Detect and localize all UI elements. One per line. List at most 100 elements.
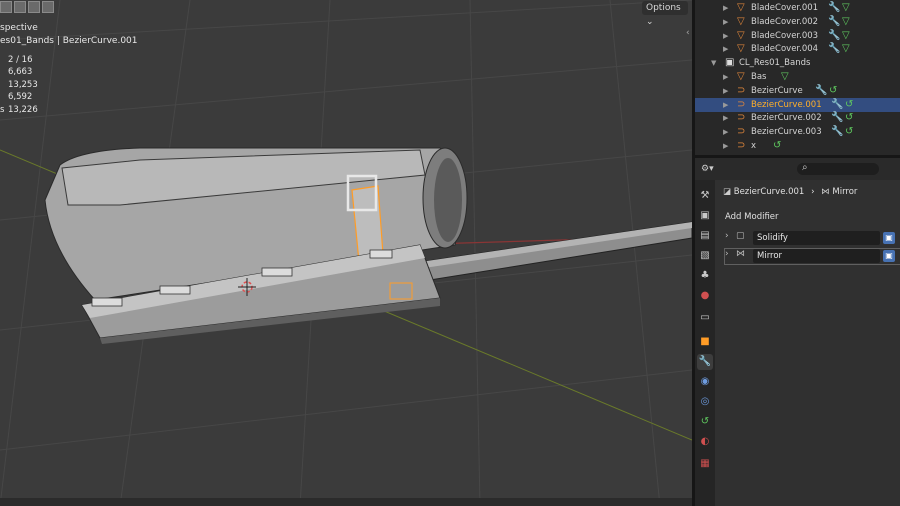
curve-object-icon: ⊃ [737,98,746,110]
modifier-wrench-icon[interactable]: 🔧 [828,42,840,56]
render-tab-icon[interactable]: ▣ [697,208,713,224]
expand-right-icon[interactable]: ▶ [723,29,728,43]
expand-right-icon[interactable]: ▶ [723,125,728,139]
outliner-item-label: x [751,141,757,151]
outliner-item[interactable]: ▶ ▽ Bas ▽ [695,70,900,84]
view-name: spective [0,23,38,33]
mesh-data-icon[interactable]: ▽ [842,1,850,15]
object-tab-icon[interactable]: ■ [697,334,713,350]
modifier-name-field[interactable]: Solidify [753,231,880,245]
particles-tab-icon[interactable]: ◉ [697,374,713,390]
search-icon: ⌕ [802,162,808,173]
mesh-data-icon[interactable]: ▽ [842,29,850,43]
expand-right-icon[interactable]: ▶ [723,84,728,98]
curve-data-icon[interactable]: ↺ [845,98,853,112]
outliner-item[interactable]: ▶ ⊃ BezierCurve.002 🔧 ↺ [695,111,900,125]
modifier-wrench-icon[interactable]: 🔧 [828,1,840,15]
properties-search-input[interactable]: ⌕ [797,162,879,175]
3d-viewport[interactable]: spective es01_Bands | BezierCurve.001 2 … [0,0,692,506]
stat-row: 2 / 16 [8,55,33,65]
material-tab-icon[interactable]: ◐ [697,434,713,450]
curve-data-icon[interactable]: ↺ [845,111,853,125]
viewport-footer [0,498,692,506]
options-dropdown[interactable]: Options ⌄ [642,1,688,27]
properties-editor[interactable]: ⚙▾ ⌕ ⚒ ▣ ▤ ▧ ♣ ● ▭ ■ 🔧 ◉ ◎ ↺ ◐ ▦ ◪ Bezie… [695,158,900,506]
expand-right-icon[interactable]: ▶ [723,42,728,56]
world-tab-icon[interactable]: ● [697,288,713,304]
outliner-item-label: BladeCover.004 [751,44,819,55]
mesh-data-icon[interactable]: ▽ [842,42,850,56]
properties-tabs[interactable]: ⚒ ▣ ▤ ▧ ♣ ● ▭ ■ 🔧 ◉ ◎ ↺ ◐ ▦ [695,180,715,506]
outliner-item[interactable]: ▶ ⊃ BezierCurve 🔧 ↺ [695,84,900,98]
modifier-wrench-icon[interactable]: 🔧 [831,98,843,112]
editor-type-icon[interactable]: ⚙▾ [701,164,719,175]
modifier-wrench-icon[interactable]: 🔧 [831,111,843,125]
outliner-item[interactable]: ▶ ⊃ x ↺ [695,139,900,153]
wireframe-shading-icon[interactable] [0,1,12,13]
expand-down-icon[interactable]: ▼ [711,56,716,70]
mesh-object-icon: ▽ [737,2,745,13]
modifier-mirror[interactable]: › ⋈ Mirror ▣ [724,248,900,265]
stat-row: 6,663 [8,67,33,78]
outliner-item[interactable]: ▼ ▣ CL_Res01_Bands [695,56,900,70]
modifier-wrench-icon[interactable]: 🔧 [831,125,843,139]
curve-object-icon: ⊃ [737,140,746,151]
modifier-wrench-icon[interactable]: 🔧 [815,84,827,98]
expand-right-icon[interactable]: ▶ [723,139,728,153]
show-in-viewport-icon[interactable]: ▣ [883,232,895,244]
view-layer-tab-icon[interactable]: ▧ [697,248,713,264]
tool-tab-icon[interactable]: ⚒ [697,188,713,204]
modifier-name-field[interactable]: Mirror [753,249,880,263]
mesh-data-icon[interactable]: ▽ [781,70,789,84]
breadcrumb-separator: › [811,187,815,197]
outliner-item[interactable]: ▶ ⊃ BezierCurve.001 🔧 ↺ [695,97,900,112]
collection-tab-icon[interactable]: ▭ [697,310,713,326]
viewport-scene[interactable] [0,0,692,506]
stat-row: 13,253 [8,79,38,90]
outliner-item[interactable]: ▶ ▽ BladeCover.002 🔧 ▽ [695,15,900,29]
outliner-item-label: CL_Res01_Bands [739,58,811,69]
outliner-item[interactable]: ▶ ⊃ BezierCurve.003 🔧 ↺ [695,125,900,139]
add-modifier-button[interactable]: Add Modifier [725,212,779,222]
outliner-item[interactable]: ▶ ▽ BladeCover.003 🔧 ▽ [695,29,900,43]
scene-tab-icon[interactable]: ♣ [697,268,713,284]
properties-header: ⚙▾ ⌕ [695,158,900,180]
expand-right-icon[interactable]: ▶ [723,15,728,29]
expand-right-icon[interactable]: ▶ [723,98,728,112]
modifier-solidify[interactable]: › ▢ Solidify ▣ [725,231,900,246]
expand-right-icon[interactable]: ▶ [723,111,728,125]
outliner-panel[interactable]: ▶ ▽ BladeCover.001 🔧 ▽ ▶ ▽ BladeCover.002 🔧 ▽ ▶ ▽ Bl… [695,0,900,155]
outliner-item[interactable]: ▶ ▽ BladeCover.001 🔧 ▽ [695,1,900,15]
expand-right-icon[interactable]: ▶ [723,70,728,84]
curve-data-icon[interactable]: ↺ [829,84,837,98]
rendered-shading-icon[interactable] [42,1,54,13]
stat-row: s 13,226 [0,104,38,115]
viewport-shading-buttons[interactable] [0,1,54,13]
bracer-inner [434,158,462,242]
chevron-right-icon[interactable]: › [725,231,729,241]
options-label: Options [646,3,681,13]
material-shading-icon[interactable] [28,1,40,13]
texture-tab-icon[interactable]: ▦ [697,456,713,472]
outliner-item[interactable]: ▶ ▽ BladeCover.004 🔧 ▽ [695,42,900,56]
solid-shading-icon[interactable] [14,1,26,13]
outliner-item-label: BladeCover.002 [751,16,819,27]
modifier-tab-icon[interactable]: 🔧 [697,354,713,370]
active-collection-object: es01_Bands | BezierCurve.001 [0,36,138,46]
output-tab-icon[interactable]: ▤ [697,228,713,244]
curve-data-icon[interactable]: ↺ [845,125,853,139]
curve-data-tab-icon[interactable]: ↺ [697,414,713,430]
viewport-overlay-title: spective es01_Bands | BezierCurve.001 [0,22,138,48]
physics-tab-icon[interactable]: ◎ [697,394,713,410]
mesh-data-icon[interactable]: ▽ [842,15,850,29]
modifier-wrench-icon[interactable]: 🔧 [828,29,840,43]
sidebar-toggle-icon[interactable]: ‹ [686,28,690,38]
outliner-item-label: BladeCover.003 [751,30,819,41]
chevron-right-icon[interactable]: › [725,249,729,259]
expand-right-icon[interactable]: ▶ [723,1,728,15]
solidify-icon: ▢ [736,231,745,241]
mesh-object-icon: ▽ [737,29,745,41]
modifier-wrench-icon[interactable]: 🔧 [828,15,840,29]
curve-data-icon[interactable]: ↺ [773,139,781,153]
show-in-viewport-icon[interactable]: ▣ [883,250,895,262]
